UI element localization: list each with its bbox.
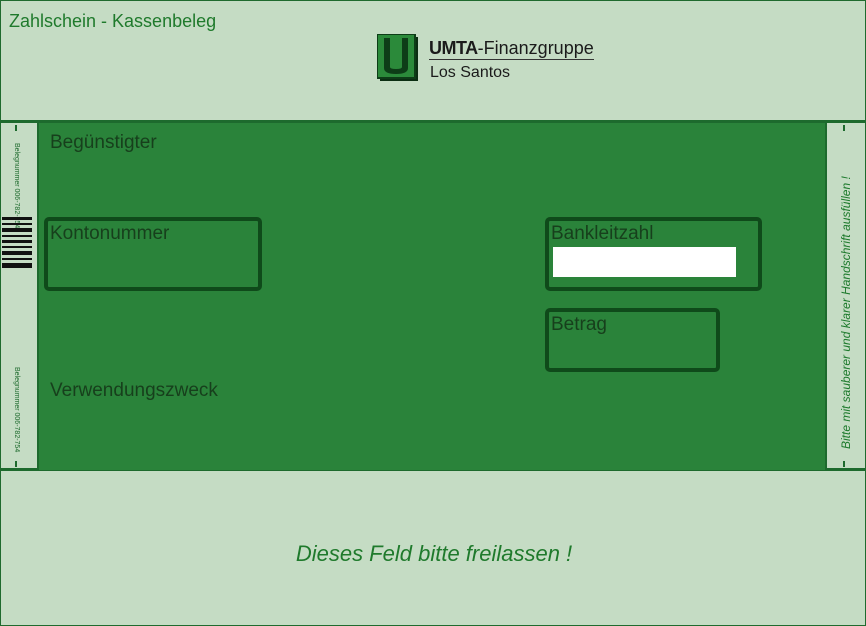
bank-logo-icon [377,34,418,81]
account-number-label: Kontonummer [50,223,170,244]
bank-code-field[interactable]: Bankleitzahl [545,217,762,291]
bank-brand: UMTA [429,38,478,58]
bank-brand-suffix: -Finanzgruppe [477,38,594,58]
document-title: Zahlschein - Kassenbeleg [9,11,217,31]
leave-blank-note: Dieses Feld bitte freilassen ! [295,541,573,566]
account-number-field[interactable]: Kontonummer [44,217,262,291]
purpose-label: Verwendungszweck [50,380,218,401]
form-area: Begünstigter Kontonummer Bankleitzahl Be… [37,123,827,470]
right-strip: Bitte mit sauberer und klarer Handschrif… [827,123,866,470]
left-tick [15,125,17,131]
bank-code-input[interactable] [553,247,736,277]
beneficiary-label: Begünstigter [50,132,157,153]
payment-slip: Zahlschein - Kassenbeleg UMTA-Finanzgrup… [0,0,866,626]
left-tick [15,461,17,467]
right-tick [843,125,845,131]
right-tick [843,461,845,467]
left-strip: Belegnummer 006-782-754 Belegnummer 006-… [1,123,37,470]
amount-field[interactable]: Betrag [545,308,720,372]
handwriting-note: Bitte mit sauberer und klarer Handschrif… [839,176,853,449]
receipt-number-bottom: Belegnummer 006-782-754 [13,367,20,453]
barcode [2,217,32,269]
bank-code-label: Bankleitzahl [551,223,654,244]
receipt-number-top: Belegnummer 006-782-754 [13,143,20,229]
bank-name: UMTA-Finanzgruppe [429,38,594,60]
amount-label: Betrag [551,314,607,335]
bank-logo: UMTA-Finanzgruppe Los Santos [377,34,607,86]
bank-city: Los Santos [430,64,511,81]
